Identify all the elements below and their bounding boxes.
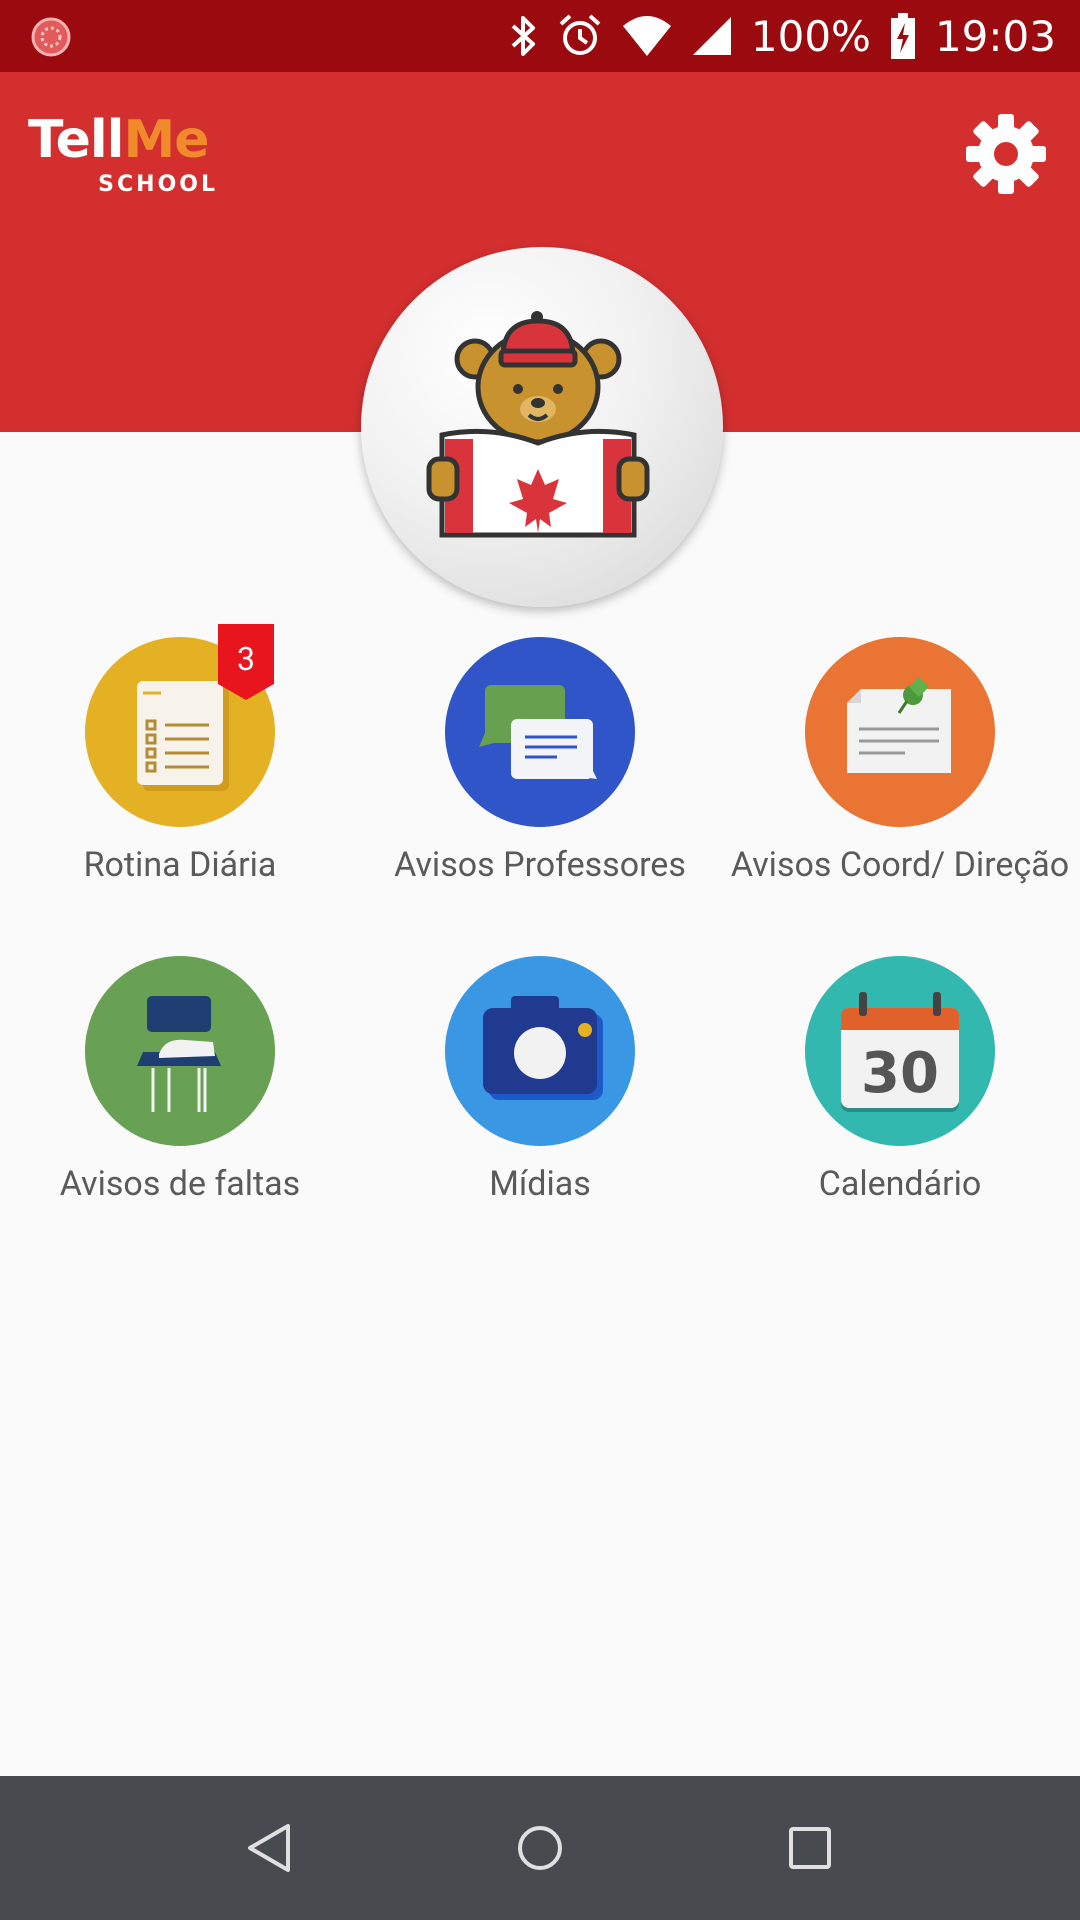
midias-circle xyxy=(445,956,635,1146)
school-avatar xyxy=(361,247,723,607)
unread-count: 3 xyxy=(237,640,255,678)
midias-label: Mídias xyxy=(489,1164,591,1204)
logo-word-tell: Tell xyxy=(28,110,124,170)
cell-signal-icon xyxy=(692,17,731,55)
menu-rotina-diaria[interactable]: Rotina Diária xyxy=(0,637,360,887)
battery-charging-icon xyxy=(890,13,915,59)
rotina-diaria-label: Rotina Diária xyxy=(83,845,277,885)
empty-school-desk-icon xyxy=(137,996,221,1112)
calendar-day-number: 30 xyxy=(861,1041,939,1106)
calendario-label: Calendário xyxy=(818,1164,982,1204)
menu-calendario[interactable]: 30 Calendário xyxy=(720,956,1080,1206)
back-icon[interactable] xyxy=(242,1820,298,1876)
battery-percent: 100% xyxy=(750,11,871,61)
menu-avisos-professores[interactable]: Avisos Professores xyxy=(360,637,720,927)
calendar-icon: 30 xyxy=(841,992,959,1112)
wifi-icon xyxy=(622,16,671,56)
home-icon[interactable] xyxy=(512,1820,568,1876)
recents-icon[interactable] xyxy=(782,1820,838,1876)
avisos-coord-label: Avisos Coord/ Direção xyxy=(730,845,1070,885)
menu-avisos-coord-direcao[interactable]: Avisos Coord/ Direção xyxy=(720,637,1080,927)
tellme-school-logo: TellMe SCHOOL xyxy=(28,114,218,204)
avisos-professores-label: Avisos Professores xyxy=(394,845,686,885)
avisos-professores-circle xyxy=(445,637,635,827)
notification-icon xyxy=(31,17,71,57)
logo-word-school: SCHOOL xyxy=(98,172,218,197)
pinned-note-icon xyxy=(847,677,951,773)
clock: 19:03 xyxy=(934,11,1056,61)
avisos-coord-circle xyxy=(805,637,995,827)
menu-avisos-de-faltas[interactable]: Avisos de faltas xyxy=(0,956,360,1206)
camera-icon xyxy=(483,996,603,1100)
avisos-faltas-circle xyxy=(85,956,275,1146)
logo-word-me: Me xyxy=(123,110,209,170)
status-bar: 100% 19:03 xyxy=(0,0,1080,72)
menu-midias[interactable]: Mídias xyxy=(360,956,720,1206)
avisos-faltas-label: Avisos de faltas xyxy=(59,1164,301,1204)
alarm-icon xyxy=(559,14,601,55)
system-nav-bar xyxy=(0,1776,1080,1920)
bluetooth-icon xyxy=(511,16,535,56)
bear-reading-canada-icon xyxy=(426,311,650,538)
settings-gear-icon[interactable] xyxy=(964,112,1048,196)
chat-bubbles-icon xyxy=(479,685,597,779)
calendario-circle: 30 xyxy=(805,956,995,1146)
